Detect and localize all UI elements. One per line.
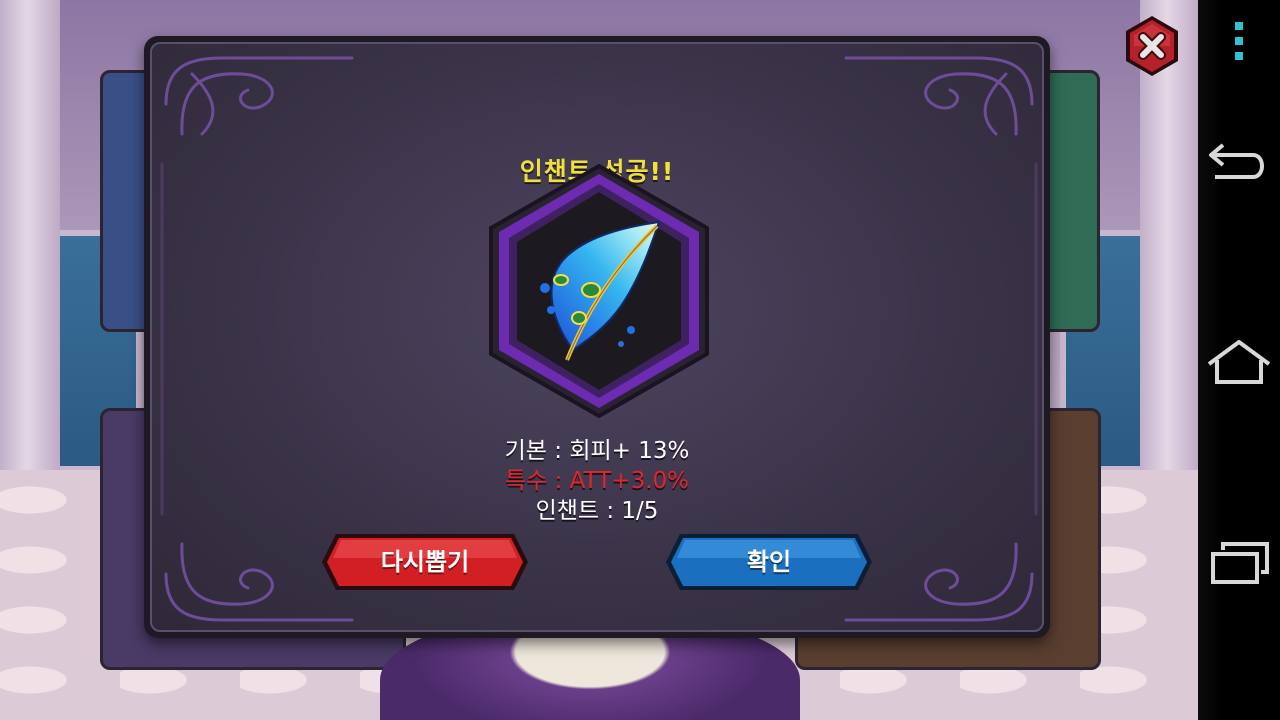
android-navigation-bar: [1198, 0, 1280, 720]
home-button[interactable]: [1198, 332, 1280, 392]
confirm-button[interactable]: 확인: [664, 532, 874, 592]
item-stats: 기본 : 회피+ 13% 특수 : ATT+3.0% 인챈트 : 1/5: [144, 436, 1050, 526]
enchant-result-dialog: 인챈트 성공!!: [144, 36, 1050, 638]
confirm-button-label: 확인: [746, 548, 792, 576]
recent-apps-button[interactable]: [1198, 534, 1280, 594]
back-icon: [1209, 143, 1264, 179]
menu-dot: [1235, 52, 1243, 60]
stat-base: 기본 : 회피+ 13%: [504, 438, 690, 464]
back-button[interactable]: [1198, 130, 1280, 190]
menu-dot: [1235, 37, 1243, 45]
stat-special: 특수 : ATT+3.0%: [504, 468, 690, 494]
item-hexagon-frame: [489, 163, 709, 419]
close-button[interactable]: [1122, 14, 1182, 78]
close-icon: [1126, 16, 1178, 76]
home-icon: [1207, 340, 1271, 384]
recent-apps-icon: [1211, 542, 1269, 584]
redraw-button[interactable]: 다시뽑기: [320, 532, 530, 592]
menu-dot: [1235, 22, 1243, 30]
stat-enchant-level: 인챈트 : 1/5: [535, 498, 659, 524]
menu-dots-icon[interactable]: [1198, 18, 1280, 64]
redraw-button-label: 다시뽑기: [380, 548, 470, 576]
